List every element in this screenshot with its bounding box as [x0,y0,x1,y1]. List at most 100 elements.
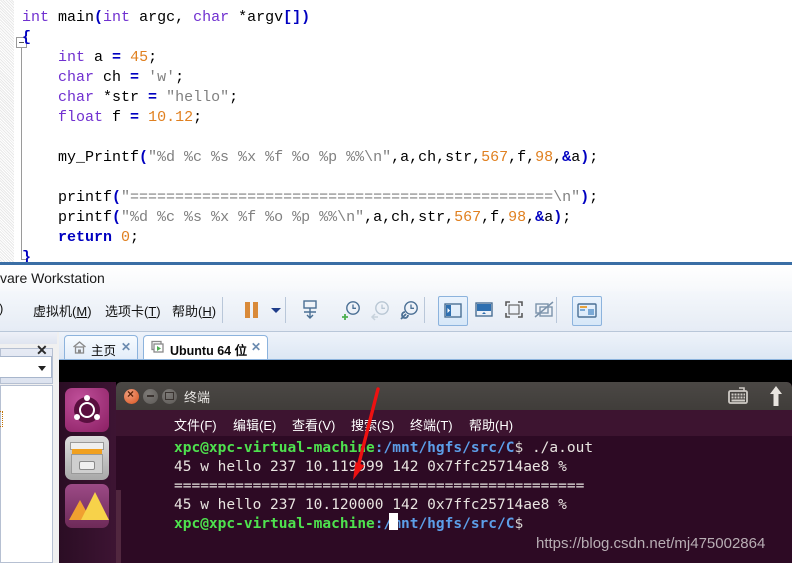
up-arrow-icon[interactable] [768,384,784,408]
close-icon[interactable] [124,387,139,404]
prompt-user: xpc@xpc-virtual-machine [174,516,375,532]
close-icon[interactable]: ✕ [121,340,131,354]
code-token: = [112,49,131,66]
terminal-left-strip [116,490,121,563]
unity-button[interactable] [530,296,558,324]
code-line: printf("%d %c %s %x %f %o %p %%\n",a,ch,… [22,208,598,228]
code-token: main [58,9,95,26]
terminal-prompt-line: xpc@xpc-virtual-machine:/mnt/hgfs/src/C$ [174,515,593,534]
show-thumbnail-button[interactable] [470,296,498,324]
code-token: , [526,209,536,226]
close-icon[interactable]: ✕ [36,343,48,357]
keyboard-icon[interactable] [728,387,748,405]
toolbar-separator-1 [222,297,223,323]
prompt-sigil: $ [514,440,532,456]
snapshot-button[interactable] [296,296,324,324]
close-icon[interactable]: ✕ [251,340,261,354]
vm-tabbar: 主页 ✕ Ubuntu 64 位 ✕ [59,332,792,360]
vmware-title: vare Workstation [0,270,105,286]
toolbar-separator-3 [424,297,425,323]
code-token: argc, [139,9,194,26]
menu-item-4[interactable]: 帮助(H) [172,301,216,320]
library-search-input[interactable]: 搜索 [0,356,52,378]
terminal-output-line: ========================================… [174,477,593,496]
code-token: ( [94,9,104,26]
maximize-icon[interactable] [162,389,177,404]
code-token: printf [58,209,113,226]
code-token: ) [580,149,590,166]
terminal-prompt-line: xpc@xpc-virtual-machine:/mnt/hgfs/src/C$… [174,439,593,458]
terminal-menu-1[interactable]: 文件(F) [174,415,217,434]
code-line: int a = 45; [22,48,598,68]
code-token: ; [229,89,239,106]
minimize-icon[interactable] [143,389,158,404]
code-token: ch [103,69,131,86]
terminal-menu-4[interactable]: 搜索(S) [351,415,394,434]
suspend-button[interactable] [237,296,265,324]
suspend-dropdown[interactable] [262,296,290,324]
code-token: } [22,249,32,262]
library-header [0,332,57,344]
terminal-menu-2[interactable]: 编辑(E) [233,415,276,434]
launcher-files-icon[interactable] [65,436,109,480]
tab-2[interactable]: Ubuntu 64 位 ✕ [143,335,268,359]
code-token: f [112,109,131,126]
vmware-titlebar[interactable]: vare Workstation [0,265,792,291]
code-line: float f = 10.12; [22,108,598,128]
code-token: *argv [238,9,284,26]
code-token: 45 [130,49,149,66]
take-snapshot-button[interactable] [337,296,365,324]
launcher-ubuntu-dash-icon[interactable] [65,388,109,432]
terminal-menu-6[interactable]: 帮助(H) [469,415,513,434]
snapshot-icon [299,299,321,321]
fullscreen-button[interactable] [500,296,528,324]
menu-item-1[interactable]: (V) [0,301,3,316]
show-library-button[interactable] [438,296,468,326]
code-token: return [58,229,122,246]
library-pane-icon [442,300,464,322]
code-token: & [535,209,545,226]
vm-icon [151,340,166,355]
watermark-url: https://blog.csdn.net/mj475002864 [536,535,766,552]
terminal-title: 终端 [184,390,211,405]
terminal-output-line: 45 w hello 237 10.119999 142 0x7ffc25714… [174,458,593,477]
launcher-photos-icon[interactable] [65,484,109,528]
code-token: float [58,109,113,126]
tab-label: 主页 [91,344,117,358]
output-text: 45 w hello 237 10.120000 142 0x7ffc25714… [174,497,567,513]
caret-icon [271,308,281,313]
code-token: printf [58,189,113,206]
output-text: 45 w hello 237 10.119999 142 0x7ffc25714… [174,459,567,475]
code-line: char ch = 'w'; [22,68,598,88]
code-token: int [103,9,140,26]
code-token: my_Printf [58,149,140,166]
revert-snapshot-button[interactable] [366,296,394,324]
code-token: 567 [481,149,509,166]
snapshot-manager-button[interactable] [395,296,423,324]
code-line: } [22,248,598,262]
menu-item-3[interactable]: 选项卡(T) [105,301,161,320]
code-token: ; [148,49,158,66]
tab-1[interactable]: 主页 ✕ [64,335,138,359]
pause-icon [244,302,259,318]
ubuntu-unity-launcher[interactable] [59,382,116,563]
code-token: & [562,149,572,166]
code-token: 10.12 [148,109,194,126]
menu-item-2[interactable]: 虚拟机(M) [33,301,92,320]
source-code[interactable]: int main(int argc, char *argv[]){ int a … [22,8,598,262]
library-panel[interactable]: ✕ 搜索 [0,332,57,563]
library-tree[interactable] [0,385,53,563]
code-editor[interactable]: int main(int argc, char *argv[]){ int a … [0,0,792,262]
terminal-menu-3[interactable]: 查看(V) [292,415,335,434]
chevron-down-icon[interactable] [38,366,46,371]
vmware-toolbar: (V) 虚拟机(M) 选项卡(T) 帮助(H) [0,291,792,332]
terminal-titlebar[interactable]: 终端 [116,382,792,410]
prompt-path: :/mnt/hgfs/src/C [374,440,515,456]
code-token: ( [112,209,122,226]
console-view-button[interactable] [572,296,602,326]
library-selected-item[interactable] [0,411,3,427]
code-token: = [148,89,167,106]
code-token: "hello" [166,89,230,106]
terminal-menu-5[interactable]: 终端(T) [410,415,453,434]
code-token: ; [589,189,599,206]
